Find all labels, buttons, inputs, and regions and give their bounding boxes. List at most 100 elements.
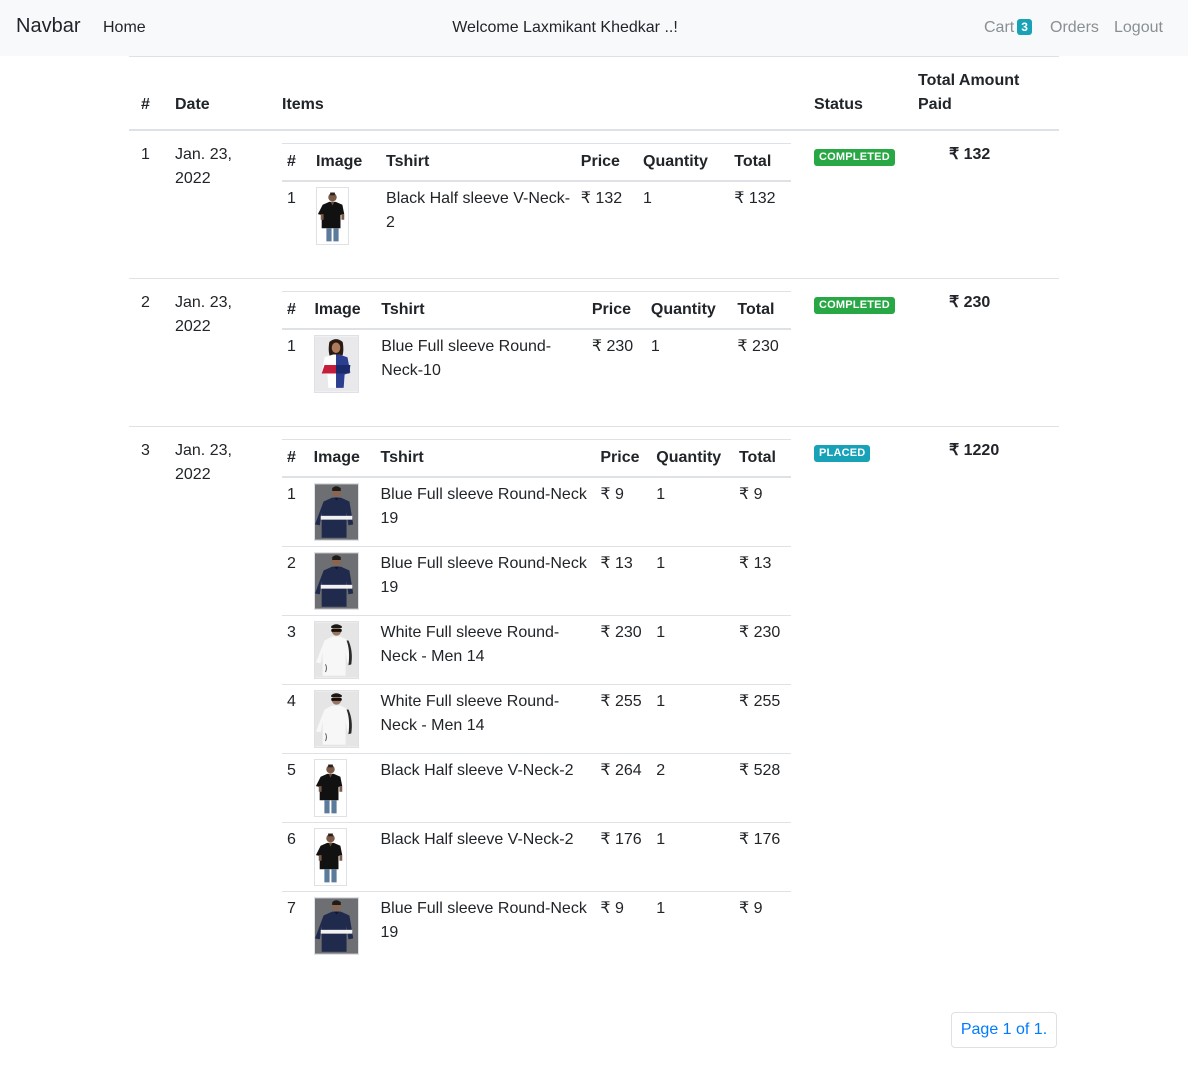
item-row: 6 Black Half sleeve V-Neck-2 ₹ 176 1 ₹ 176 bbox=[282, 822, 791, 892]
item-number: 1 bbox=[287, 486, 296, 503]
item-image-cell bbox=[308, 546, 376, 616]
items-header-row: # Image Tshirt Price Quantity Total bbox=[282, 439, 791, 478]
item-price: ₹ 9 bbox=[600, 486, 624, 503]
item-total: ₹ 132 bbox=[734, 190, 776, 207]
item-image-cell bbox=[308, 684, 376, 754]
item-price: ₹ 9 bbox=[595, 891, 652, 960]
amount-value: ₹ 132 bbox=[949, 146, 991, 163]
item-price-header: Price bbox=[595, 439, 652, 478]
white-tshirt-image[interactable] bbox=[313, 690, 359, 748]
navbar: Navbar Home Welcome Laxmikant Khedkar ..… bbox=[0, 0, 1188, 56]
item-quantity-header: Quantity bbox=[638, 143, 730, 182]
header-date: Date bbox=[163, 56, 270, 131]
black-tshirt-image[interactable] bbox=[313, 828, 347, 886]
header-status: Status bbox=[802, 56, 906, 131]
item-name: White Full sleeve Round-Neck - Men 14 bbox=[375, 615, 596, 685]
item-total: ₹ 9 bbox=[738, 486, 763, 503]
item-image-cell bbox=[308, 891, 376, 960]
items-table-body: 1 Blue Full sleeve Round-Neck-10 ₹ 230 1 ₹ 2… bbox=[282, 329, 791, 398]
items-header-row: # Image Tshirt Price Quantity Total bbox=[282, 143, 791, 182]
item-image-cell bbox=[308, 822, 376, 892]
item-name: Blue Full sleeve Round-Neck-10 bbox=[381, 338, 552, 379]
status-badge: COMPLETED bbox=[814, 297, 895, 314]
item-image-cell bbox=[309, 477, 376, 547]
nav-link-cart[interactable]: Cart 3 bbox=[984, 19, 1032, 37]
cart-label: Cart bbox=[984, 19, 1015, 36]
item-row: 5 Black Half sleeve V-Neck-2 ₹ 264 2 ₹ 528 bbox=[282, 753, 791, 823]
item-image-header: Image bbox=[309, 291, 377, 330]
item-row: 7 Blue Full sleeve Round-Neck 19 ₹ 9 1 ₹ 9 bbox=[282, 891, 791, 960]
black-tshirt-image[interactable] bbox=[316, 187, 350, 245]
item-row: 4 White Full sleeve Round-Neck - Men 14 ₹ … bbox=[282, 684, 791, 754]
order-date: Jan. 23, 2022 bbox=[163, 278, 270, 427]
order-items: # Image Tshirt Price Quantity Total 1 Blue Full… bbox=[270, 278, 802, 427]
item-row: 2 Blue Full sleeve Round-Neck 19 ₹ 13 1 ₹ 13 bbox=[282, 546, 791, 616]
item-row: 1 Blue Full sleeve Round-Neck 19 ₹ 9 1 ₹ 9 bbox=[282, 477, 791, 547]
item-number: 5 bbox=[282, 753, 309, 823]
item-total: ₹ 528 bbox=[733, 753, 791, 823]
pagination[interactable]: Page 1 of 1. bbox=[951, 1012, 1057, 1048]
item-price: ₹ 230 bbox=[591, 338, 634, 355]
item-number-header: # bbox=[282, 143, 312, 182]
item-quantity-header: Quantity bbox=[651, 439, 734, 478]
order-items: # Image Tshirt Price Quantity Total 1 Black Hal… bbox=[270, 129, 802, 279]
navy-striped-tshirt-image[interactable] bbox=[313, 483, 359, 541]
order-number: 2 bbox=[129, 278, 163, 427]
item-number: 7 bbox=[282, 891, 309, 960]
item-quantity-header: Quantity bbox=[645, 291, 733, 330]
order-date: Jan. 23, 2022 bbox=[163, 426, 270, 988]
items-table-header: # Image Tshirt Price Quantity Total bbox=[282, 291, 791, 330]
item-total: ₹ 230 bbox=[733, 615, 791, 685]
items-table: # Image Tshirt Price Quantity Total 1 Blue Full… bbox=[282, 291, 791, 398]
item-total: ₹ 230 bbox=[737, 338, 779, 355]
item-name-header: Tshirt bbox=[381, 143, 576, 182]
navy-striped-tshirt-image[interactable] bbox=[313, 552, 359, 610]
order-status: PLACED bbox=[802, 426, 906, 988]
item-name: Black Half sleeve V-Neck-2 bbox=[375, 822, 596, 892]
item-price: ₹ 255 bbox=[595, 684, 652, 754]
item-name-header: Tshirt bbox=[376, 291, 587, 330]
item-row: 1 Blue Full sleeve Round-Neck-10 ₹ 230 1 ₹ 2… bbox=[282, 329, 791, 398]
item-number: 1 bbox=[287, 190, 296, 207]
item-price-header: Price bbox=[575, 143, 638, 182]
item-quantity: 1 bbox=[651, 891, 734, 960]
header-items: Items bbox=[270, 56, 802, 131]
item-quantity: 1 bbox=[651, 684, 734, 754]
order-number: 1 bbox=[129, 129, 163, 279]
item-number-header: # bbox=[282, 291, 310, 330]
item-total: ₹ 13 bbox=[733, 546, 791, 616]
item-quantity: 1 bbox=[651, 546, 734, 616]
header-total-amount: Total Amount Paid bbox=[906, 56, 1059, 131]
item-price: ₹ 13 bbox=[595, 546, 652, 616]
white-tshirt-image[interactable] bbox=[313, 621, 359, 679]
item-quantity: 2 bbox=[651, 753, 734, 823]
item-name: Black Half sleeve V-Neck-2 bbox=[375, 753, 596, 823]
item-name: Black Half sleeve V-Neck-2 bbox=[386, 190, 571, 231]
item-price: ₹ 230 bbox=[595, 615, 652, 685]
order-total-amount: ₹ 1220 bbox=[906, 426, 1059, 988]
items-table-body: 1 Black Half sleeve V-Neck-2 ₹ 132 1 ₹ 132 bbox=[282, 181, 791, 250]
item-number: 4 bbox=[282, 684, 309, 754]
orders-table: # Date Items Status Total Amount Paid 1J… bbox=[129, 56, 1059, 988]
item-row: 3 White Full sleeve Round-Neck - Men 14 ₹ … bbox=[282, 615, 791, 685]
nav-link-orders[interactable]: Orders bbox=[1050, 19, 1099, 37]
navy-striped-tshirt-image[interactable] bbox=[313, 897, 359, 955]
item-number: 6 bbox=[282, 822, 309, 892]
item-quantity: 1 bbox=[650, 338, 660, 355]
item-quantity: 1 bbox=[651, 822, 734, 892]
item-image-cell bbox=[308, 615, 376, 685]
order-status: COMPLETED bbox=[802, 129, 906, 279]
black-tshirt-image[interactable] bbox=[313, 759, 347, 817]
order-date: Jan. 23, 2022 bbox=[163, 129, 270, 279]
order-items: # Image Tshirt Price Quantity Total 1 Blue Full… bbox=[270, 426, 802, 988]
item-quantity: 1 bbox=[643, 190, 652, 207]
item-total: ₹ 176 bbox=[733, 822, 791, 892]
item-image-header: Image bbox=[311, 143, 382, 182]
blue-red-tshirt-image[interactable] bbox=[314, 335, 360, 393]
item-name: White Full sleeve Round-Neck - Men 14 bbox=[375, 684, 596, 754]
nav-link-logout[interactable]: Logout bbox=[1114, 19, 1163, 37]
item-name: Blue Full sleeve Round-Neck 19 bbox=[375, 891, 596, 960]
amount-value: ₹ 1220 bbox=[949, 442, 1000, 459]
item-name-header: Tshirt bbox=[375, 439, 596, 478]
items-table-header: # Image Tshirt Price Quantity Total bbox=[282, 439, 791, 478]
